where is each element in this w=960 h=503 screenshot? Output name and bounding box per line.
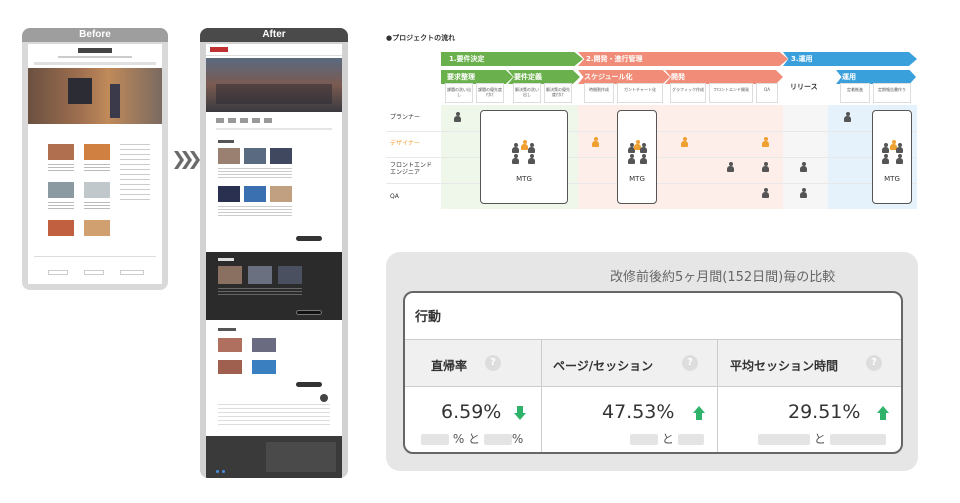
comparison-text: と: [630, 430, 704, 447]
qa-person-icon: [640, 154, 647, 164]
qa-person-icon: [896, 154, 903, 164]
value-bounce-rate: 6.59% % と %: [405, 387, 542, 452]
meeting-box-1: MTG: [480, 110, 568, 204]
before-screenshot: Before: [22, 28, 168, 290]
role-qa: QA: [390, 193, 399, 200]
qa-person-icon: [762, 188, 769, 198]
task-development: 開発: [665, 70, 783, 84]
triple-chevron-icon: [174, 151, 200, 169]
designer-person-icon: [681, 137, 688, 147]
meeting-label: MTG: [516, 175, 532, 183]
subtask-0: 課題の洗い出し: [445, 83, 473, 103]
planner-person-icon: [896, 143, 903, 153]
header-pages-per-session: ページ/セッション ?: [542, 340, 718, 388]
header-label: 直帰率: [431, 359, 468, 373]
subtask-9: 定着推進: [840, 83, 870, 103]
role-frontend-engineer: フロントエンド エンジニア: [390, 162, 433, 176]
designer-person-icon: [762, 137, 769, 147]
arrow-up-icon: [693, 406, 705, 420]
engineer-person-icon: [512, 154, 519, 164]
meeting-box-3: MTG: [872, 110, 912, 204]
planner-person-icon: [528, 143, 535, 153]
value-pages-per-session: 47.53% と: [542, 387, 718, 452]
stats-caption: 改修前後約5ヶ月間(152日間)毎の比較: [610, 270, 836, 285]
designer-person-icon: [592, 137, 599, 147]
header-label: 平均セッション時間: [730, 359, 839, 373]
help-icon[interactable]: ?: [866, 355, 882, 371]
subtask-8: QA: [756, 83, 778, 103]
subtask-3: 解決策の優先度付け: [544, 83, 572, 103]
metric-value: 47.53%: [602, 401, 675, 423]
role-planner: プランナー: [390, 114, 421, 121]
engineer-person-icon: [882, 154, 889, 164]
planner-person-icon: [882, 143, 889, 153]
qa-person-icon: [528, 154, 535, 164]
engineer-person-icon: [762, 162, 769, 172]
task-requirement-define: 要件定義: [508, 70, 580, 84]
arrow-up-icon: [877, 406, 889, 420]
phase-requirements: 1.要件決定: [441, 52, 583, 66]
metric-value: 6.59%: [441, 401, 502, 423]
subtask-7: フロントエンド開発: [709, 83, 753, 103]
header-bounce-rate: 直帰率 ?: [405, 340, 542, 388]
subtask-4: 時間割作成: [584, 83, 614, 103]
subtask-5: ガントチャート化: [617, 83, 663, 103]
behavior-card: 行動 直帰率 ? ページ/セッション ? 平均セッション時間 ? 6.59% %…: [403, 291, 903, 454]
metric-value: 29.51%: [788, 401, 861, 423]
after-dark-section: [206, 252, 342, 320]
planner-person-icon: [640, 143, 647, 153]
designer-person-icon: [521, 140, 528, 150]
arrow-down-icon: [514, 406, 526, 420]
meeting-label: MTG: [629, 175, 645, 183]
after-screenshot: After: [200, 28, 348, 478]
task-operation: 運用: [836, 70, 916, 84]
before-label: Before: [22, 28, 168, 42]
after-label: After: [200, 28, 348, 42]
header-avg-session-time: 平均セッション時間 ?: [718, 340, 901, 388]
subtask-10: 定期報告書作り: [873, 83, 911, 103]
engineer-person-icon: [628, 154, 635, 164]
meeting-label: MTG: [884, 175, 900, 183]
before-page-thumbnail: [28, 44, 162, 284]
subtask-6: グラフィック作成: [670, 83, 706, 103]
qa-person-icon: [800, 188, 807, 198]
help-icon[interactable]: ?: [682, 355, 698, 371]
comparison-text: と: [758, 430, 886, 447]
task-scheduling: スケジュール化: [578, 70, 670, 84]
header-label: ページ/セッション: [553, 359, 654, 373]
value-avg-session-time: 29.51% と: [718, 387, 901, 452]
engineer-person-icon: [727, 162, 734, 172]
phase-operation: 3.運用: [783, 52, 917, 66]
comparison-text: % と %: [421, 430, 523, 447]
meeting-box-2: MTG: [617, 110, 657, 204]
before-hero-image: [28, 68, 162, 124]
help-icon[interactable]: ?: [485, 355, 501, 371]
subtask-1: 課題の優先度付け: [476, 83, 504, 103]
phase-development: 2.開発・進行管理: [578, 52, 788, 66]
engineer-person-icon: [800, 162, 807, 172]
planner-person-icon: [454, 112, 461, 122]
metrics-header-row: 直帰率 ? ページ/セッション ? 平均セッション時間 ?: [405, 339, 901, 388]
after-page-thumbnail: [206, 44, 342, 478]
role-designer: デザイナー: [390, 140, 420, 147]
card-title: 行動: [415, 310, 442, 325]
planner-person-icon: [512, 143, 519, 153]
task-demand-organize: 要求整理: [441, 70, 513, 84]
task-release: リリース: [790, 83, 818, 91]
flow-title: ●プロジェクトの流れ: [386, 34, 456, 42]
planner-person-icon: [844, 112, 851, 122]
subtask-2: 解決策の洗い出し: [513, 83, 541, 103]
